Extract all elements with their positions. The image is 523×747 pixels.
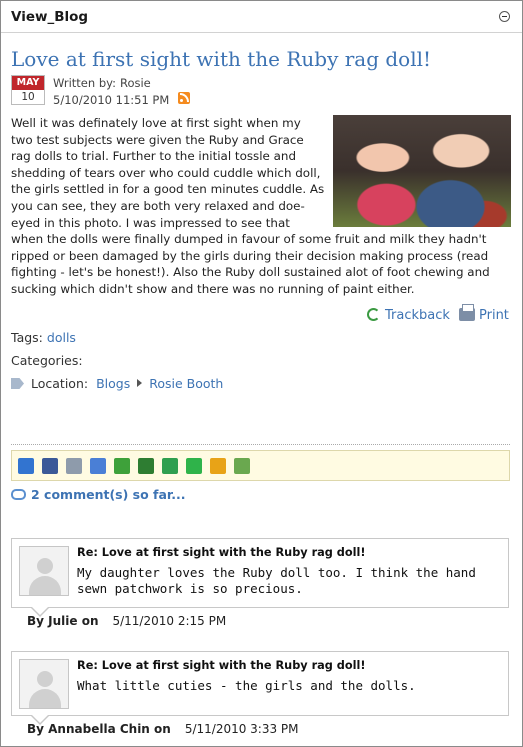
post-body: Well it was definately love at first sig… xyxy=(11,115,511,298)
comment-datetime: 5/11/2010 3:33 PM xyxy=(184,722,299,736)
date-month: MAY xyxy=(12,76,44,90)
trackback-link[interactable]: Trackback xyxy=(367,308,450,323)
comment-author: By Julie on xyxy=(27,614,99,628)
comment-meta: By Annabella Chin on 5/11/2010 3:33 PM xyxy=(27,722,299,736)
comment-title: Re: Love at first sight with the Ruby ra… xyxy=(77,546,366,559)
comment-box: Re: Love at first sight with the Ruby ra… xyxy=(11,651,509,716)
trackback-label: Trackback xyxy=(385,308,450,323)
blog-module: View_Blog Love at first sight with the R… xyxy=(0,0,523,747)
avatar xyxy=(19,546,69,596)
date-badge: MAY 10 xyxy=(11,75,45,105)
post-author: Rosie xyxy=(119,76,151,90)
divider xyxy=(11,444,510,445)
technorati-icon[interactable] xyxy=(186,458,202,474)
avatar-body xyxy=(29,689,61,708)
trackback-icon xyxy=(367,308,380,321)
comment-author: By Annabella Chin on xyxy=(27,722,171,736)
tag-icon xyxy=(11,378,24,389)
facebook-icon[interactable] xyxy=(42,458,58,474)
rss-icon[interactable] xyxy=(178,92,190,104)
comment-text: What little cuties - the girls and the d… xyxy=(77,678,416,693)
comment-box: Re: Love at first sight with the Ruby ra… xyxy=(11,538,509,608)
post-photo xyxy=(333,115,511,227)
module-title: View_Blog xyxy=(11,9,89,25)
location-link-rosie-booth[interactable]: Rosie Booth xyxy=(149,376,223,391)
msn-icon[interactable] xyxy=(234,458,250,474)
comments-icon xyxy=(11,489,26,500)
comment-item: Re: Love at first sight with the Ruby ra… xyxy=(11,538,509,628)
location-link-blogs[interactable]: Blogs xyxy=(96,376,130,391)
date-day: 10 xyxy=(21,91,35,103)
comment-datetime: 5/11/2010 2:15 PM xyxy=(112,614,227,628)
windows-live-icon[interactable] xyxy=(114,458,130,474)
comment-title: Re: Love at first sight with the Ruby ra… xyxy=(77,659,366,672)
printer-icon xyxy=(459,304,475,321)
post-title-link[interactable]: Love at first sight with the Ruby rag do… xyxy=(11,47,431,71)
comment-meta: By Julie on 5/11/2010 2:15 PM xyxy=(27,614,226,628)
print-label: Print xyxy=(479,308,509,323)
collapse-icon[interactable] xyxy=(499,11,510,22)
post-datetime: 5/10/2010 11:51 PM xyxy=(53,93,170,107)
comment-item: Re: Love at first sight with the Ruby ra… xyxy=(11,651,509,736)
blinklist-icon[interactable] xyxy=(138,458,154,474)
comments-count-link[interactable]: 2 comment(s) so far... xyxy=(11,487,186,502)
share-bar xyxy=(11,450,510,481)
comment-text: My daughter loves the Ruby doll too. I t… xyxy=(77,565,476,596)
module-titlebar: View_Blog xyxy=(1,1,522,33)
tags-label: Tags: xyxy=(11,330,43,345)
avatar xyxy=(19,659,69,709)
avatar-body xyxy=(29,576,61,595)
digg-icon[interactable] xyxy=(210,458,226,474)
byline: Written by: Rosie xyxy=(53,76,151,90)
myspace-icon[interactable] xyxy=(66,458,82,474)
tags-row: Tags: dolls xyxy=(11,330,76,345)
location-label: Location: xyxy=(31,376,89,391)
categories-label: Categories: xyxy=(11,353,83,368)
google-icon[interactable] xyxy=(90,458,106,474)
print-link[interactable]: Print xyxy=(459,304,509,323)
stumbleupon-icon[interactable] xyxy=(162,458,178,474)
breadcrumb-arrow-icon xyxy=(137,379,143,387)
comments-count-label: 2 comment(s) so far... xyxy=(31,487,186,502)
written-by-label: Written by: xyxy=(53,76,116,90)
avatar-placeholder-icon xyxy=(37,671,53,687)
delicious-icon[interactable] xyxy=(18,458,34,474)
avatar-placeholder-icon xyxy=(37,558,53,574)
location-row: Location: Blogs Rosie Booth xyxy=(11,376,223,391)
tag-link-dolls[interactable]: dolls xyxy=(47,330,76,345)
